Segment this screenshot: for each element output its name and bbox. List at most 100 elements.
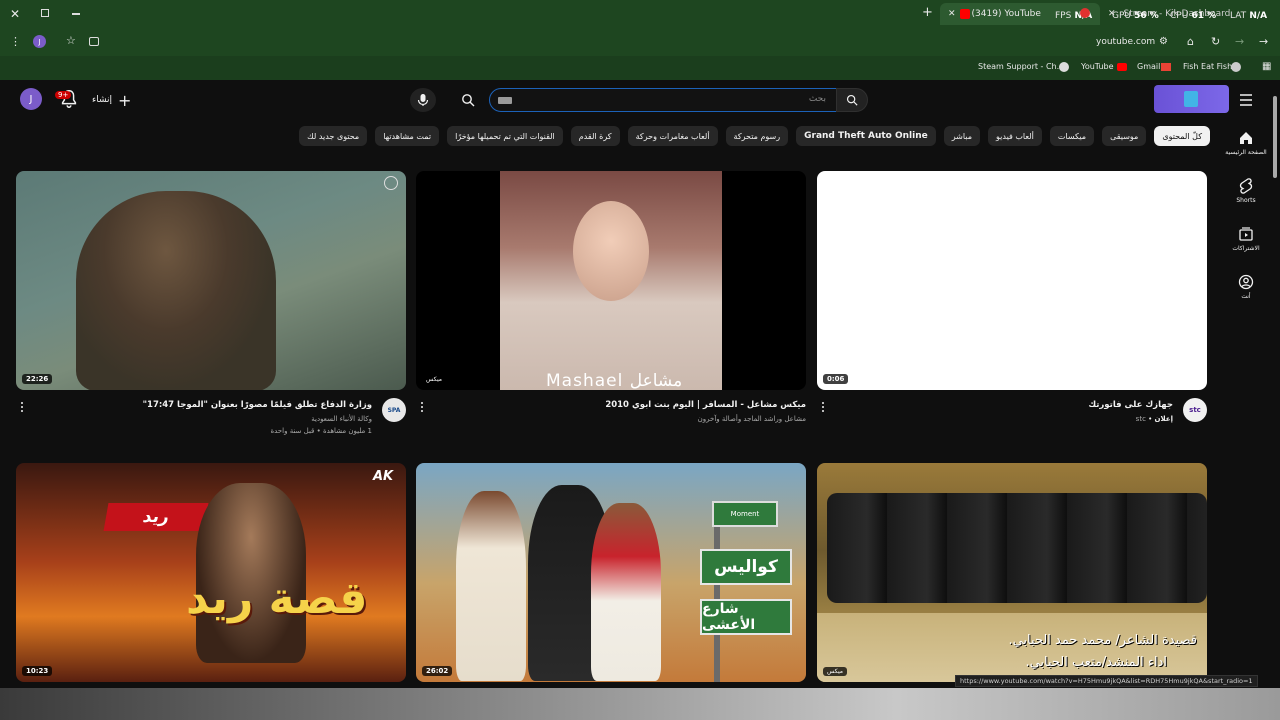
home-button-icon[interactable]: ⌂ — [1187, 35, 1194, 48]
gpu-value: 56 % — [1134, 11, 1159, 21]
thumbnail-title-text: قصة ريد — [186, 573, 368, 624]
guide-item-home[interactable]: الصفحة الرئيسية — [1224, 120, 1268, 168]
chip-recently-uploaded[interactable]: القنوات التي تم تحميلها مؤخرًا — [447, 126, 563, 146]
thumbnail-tag: ريد — [103, 503, 209, 531]
sign-top: كواليس — [700, 549, 792, 585]
youtube-bookmark-icon — [1117, 63, 1127, 71]
video-card[interactable]: Moment كواليس شارع الأعشى 26:02 — [416, 463, 806, 682]
bookmark-youtube[interactable]: YouTube — [1081, 62, 1114, 71]
bookmark-fish[interactable]: Fish Eat Fish — [1183, 62, 1232, 71]
search-input[interactable]: بحث — [489, 88, 837, 112]
back-icon[interactable]: → — [1259, 35, 1268, 48]
advertiser-avatar[interactable]: stc — [1183, 398, 1207, 422]
new-tab-icon[interactable]: + — [922, 5, 933, 20]
ad-meta: stc جهازك على فاتورتك إعلان • stc — [817, 398, 1207, 448]
video-title[interactable]: ميكس مشاعل - المسافر | اليوم بنت ابوي 20… — [605, 400, 806, 410]
lat-label: LAT — [1230, 11, 1247, 21]
chip-live[interactable]: مباشر — [943, 126, 981, 146]
ad-sponsor-line: إعلان • stc — [1136, 415, 1173, 423]
duration-badge: 22:26 — [22, 374, 53, 384]
site-settings-icon[interactable]: ⚙ — [1159, 36, 1168, 47]
bookmark-steam[interactable]: Steam Support - Ch... — [978, 62, 1064, 71]
address-bar[interactable]: youtube.com — [1096, 37, 1155, 47]
chip-watched[interactable]: تمت مشاهدتها — [375, 126, 440, 146]
video-card[interactable]: ريد قصة ريد AK 10:23 — [16, 463, 406, 682]
page-scrollbar-thumb[interactable] — [1273, 96, 1277, 178]
forward-icon[interactable]: → — [1235, 35, 1244, 48]
keyboard-icon[interactable] — [498, 97, 512, 104]
restore-window-icon[interactable] — [41, 9, 49, 17]
person-right — [591, 503, 661, 681]
video-thumbnail[interactable]: Moment كواليس شارع الأعشى 26:02 — [416, 463, 806, 682]
search-icon-button[interactable] — [455, 88, 481, 112]
guide-item-you[interactable]: أنت — [1224, 264, 1268, 312]
video-thumbnail[interactable]: قصيدة الشاعر/ محمد حمد الحبابي. اداء الم… — [817, 463, 1207, 682]
chip-football[interactable]: كرة القدم — [570, 126, 620, 146]
chip-music[interactable]: موسيقى — [1102, 126, 1147, 146]
voice-search-button[interactable] — [410, 88, 436, 112]
channel-avatar[interactable]: SPA — [382, 398, 406, 422]
chip-gta-online[interactable]: Grand Theft Auto Online — [796, 126, 936, 146]
shorts-icon — [1239, 178, 1253, 194]
more-actions-icon[interactable] — [418, 400, 426, 414]
reload-icon[interactable]: ↻ — [1211, 35, 1220, 48]
separator: • — [1145, 415, 1153, 423]
guide-label: الصفحة الرئيسية — [1225, 149, 1267, 156]
chip-video-games[interactable]: ألعاب فيديو — [988, 126, 1042, 146]
account-avatar[interactable]: J — [20, 88, 42, 110]
lat-value: N/A — [1249, 11, 1268, 21]
ad-card[interactable]: 0:06 stc جهازك على فاتورتك إعلان • stc — [817, 171, 1207, 448]
chip-all[interactable]: كلّ المحتوى — [1154, 126, 1210, 146]
chip-new-to-you[interactable]: محتوى جديد لك — [299, 126, 368, 146]
thumbnail-figure — [76, 191, 276, 390]
ad-label: إعلان — [1154, 415, 1173, 423]
channel-name[interactable]: وكالة الأنباء السعودية — [311, 415, 372, 423]
search-placeholder: بحث — [808, 94, 826, 104]
person-left — [456, 491, 526, 681]
all-bookmarks-icon[interactable]: ▦ — [1262, 61, 1271, 72]
guide-sidebar: الصفحة الرئيسية Shorts الاشتراكات أنت — [1224, 120, 1268, 312]
share-icon[interactable] — [89, 37, 99, 46]
browser-menu-icon[interactable]: ⋮ — [10, 35, 21, 48]
more-actions-icon[interactable] — [819, 400, 827, 414]
create-button[interactable]: إنشاء + — [92, 88, 131, 112]
advertiser-name[interactable]: stc — [1136, 415, 1146, 423]
guide-item-subscriptions[interactable]: الاشتراكات — [1224, 216, 1268, 264]
duration-badge: 10:23 — [22, 666, 53, 676]
browser-profile-avatar[interactable]: J — [33, 35, 46, 48]
video-card[interactable]: Mashael مشاعل ميكس ميكس مشاعل - المسافر … — [416, 171, 806, 448]
cpu-label: CPU — [1170, 11, 1189, 21]
ad-thumbnail[interactable]: 0:06 — [817, 171, 1207, 390]
thumbnail-caption: Mashael مشاعل — [546, 371, 683, 390]
chip-animation[interactable]: رسوم متحركة — [725, 126, 789, 146]
guide-item-shorts[interactable]: Shorts — [1224, 168, 1268, 216]
bookmark-gmail[interactable]: Gmail — [1137, 62, 1160, 71]
create-label: إنشاء — [92, 95, 113, 105]
bottom-overlay-strip — [0, 688, 1280, 720]
video-thumbnail[interactable]: ريد قصة ريد AK 10:23 — [16, 463, 406, 682]
duration-badge: 0:06 — [823, 374, 849, 384]
sign-badge: Moment — [712, 501, 778, 527]
video-thumbnail[interactable]: Mashael مشاعل ميكس — [416, 171, 806, 390]
search-button[interactable] — [836, 88, 868, 112]
bookmark-star-icon[interactable]: ☆ — [66, 34, 76, 47]
chip-mixes[interactable]: ميكسات — [1049, 126, 1095, 146]
hamburger-menu-icon[interactable] — [1238, 90, 1254, 110]
video-card[interactable]: قصيدة الشاعر/ محمد حمد الحبابي. اداء الم… — [817, 463, 1207, 682]
tab-close-icon[interactable]: ✕ — [948, 9, 956, 19]
microphone-icon — [417, 94, 429, 106]
close-window-icon[interactable]: ✕ — [10, 7, 20, 21]
video-thumbnail[interactable]: 22:26 — [16, 171, 406, 390]
ad-title[interactable]: جهازك على فاتورتك — [1088, 400, 1173, 410]
browser-toolbar: ⋮ J ☆ youtube.com ⚙ ⌂ ↻ → → — [0, 28, 1280, 56]
chip-action-adventure[interactable]: ألعاب مغامرات وحركة — [627, 126, 718, 146]
video-card[interactable]: 22:26 SPA وزارة الدفاع تطلق فيلمًا مصورً… — [16, 171, 406, 448]
search-icon — [846, 94, 858, 106]
promo-banner[interactable] — [1154, 85, 1229, 113]
video-title[interactable]: وزارة الدفاع تطلق فيلمًا مصورًا بعنوان "… — [143, 400, 372, 410]
more-actions-icon[interactable] — [18, 400, 26, 414]
notification-count-badge: 9+ — [55, 91, 72, 99]
channel-name[interactable]: مشاعل وراشد الماجد وأصالة وآخرون — [698, 415, 806, 423]
youtube-masthead: J إنشاء + بحث — [0, 80, 1280, 120]
minimize-window-icon[interactable] — [72, 13, 80, 15]
